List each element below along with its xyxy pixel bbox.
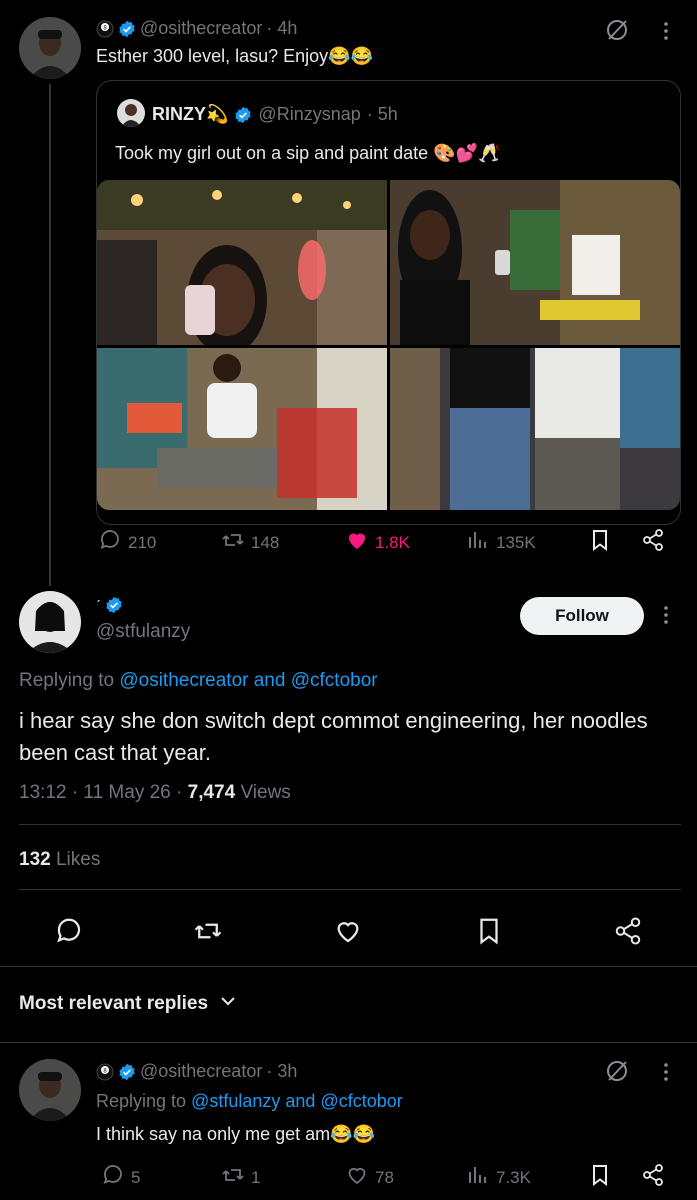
reply-replying-to: Replying to @stfulanzy and @cfctobor [96,1091,403,1112]
verified-badge-icon [118,1063,136,1081]
reply-header: 8 @osithecreator · 3h [96,1061,297,1082]
views-icon [466,528,490,557]
replying-prefix: Replying to [19,670,115,691]
main-post-time[interactable]: 13:12 · 11 May 26 · [19,782,188,803]
repost-icon[interactable] [193,916,223,951]
main-post-handle[interactable]: @stfulanzy [96,621,190,643]
likes-count: 132 [19,849,51,870]
top-post-text: Esther 300 level, lasu? Enjoy😂😂 [96,46,373,66]
more-options-icon[interactable] [656,604,676,631]
tick-mark-icon: ˊ [96,597,101,613]
quoted-display-name[interactable]: RINZY💫 [152,104,228,125]
views-icon [466,1163,490,1192]
bookmark-icon[interactable] [588,528,612,557]
quoted-post-text: Took my girl out on a sip and paint date… [115,143,501,163]
verified-badge-icon [105,596,123,614]
thread-line [49,84,51,586]
reply-repost-count: 1 [251,1167,261,1187]
main-replying-to: Replying to @osithecreator and @cfctobor [19,670,378,692]
bookmark-icon[interactable] [588,1163,612,1192]
eight-ball-icon: 8 [96,1063,114,1081]
photo-grid [97,180,680,510]
verified-badge-icon [118,20,136,38]
reply-like-button[interactable]: 78 [345,1163,394,1192]
quoted-reply-button[interactable]: 210 [98,528,156,557]
quoted-views-button[interactable]: 135K [466,528,536,557]
more-options-icon[interactable] [656,1061,676,1088]
heart-filled-icon [345,528,369,557]
verified-badge-icon [234,106,252,124]
photo-selfie[interactable] [97,180,387,345]
quoted-like-count: 1.8K [375,532,410,552]
likes-label: Likes [55,849,101,870]
quoted-reply-count: 210 [128,532,157,552]
sort-replies-dropdown[interactable]: Most relevant replies [19,993,236,1015]
quoted-repost-button[interactable]: 148 [221,528,279,557]
reply-reply-count: 5 [131,1167,141,1187]
photo-phone[interactable] [390,180,680,345]
reply-repost-button[interactable]: 1 [221,1163,260,1192]
heart-icon [345,1163,369,1192]
share-icon[interactable] [641,1163,665,1192]
grok-icon[interactable] [604,1058,630,1089]
top-post-handle[interactable]: @osithecreator [140,18,262,39]
views-label: Views [240,782,291,803]
eight-ball-icon: 8 [96,20,114,38]
more-options-icon[interactable] [656,20,676,47]
photo-couple[interactable] [390,348,680,510]
sort-label: Most relevant replies [19,993,209,1014]
reply-handle[interactable]: @osithecreator [140,1061,262,1082]
grok-icon[interactable] [604,17,630,48]
quoted-views-count: 135K [496,532,536,552]
main-post-text: i hear say she don switch dept commot en… [19,708,648,765]
divider [19,824,681,825]
top-post-time[interactable]: · 4h [266,18,297,39]
quoted-like-button[interactable]: 1.8K [345,528,410,557]
replying-prefix: Replying to [96,1091,187,1111]
follow-button[interactable]: Follow [520,597,644,635]
reply-icon[interactable] [54,916,84,951]
replying-to-handles[interactable]: @stfulanzy and @cfctobor [191,1091,403,1111]
views-count: 7,474 [187,782,236,803]
divider [0,966,697,967]
reply-text: I think say na only me get am😂😂 [96,1124,375,1144]
quoted-post-header: RINZY💫 @Rinzysnap · 5h [152,104,398,125]
avatar-osithecreator[interactable] [19,1059,81,1121]
likes-summary[interactable]: 132 Likes [19,849,100,871]
heart-icon[interactable] [333,916,363,951]
reply-icon [98,528,122,557]
avatar-osithecreator[interactable] [19,17,81,79]
divider [19,889,681,890]
main-post-badge-row: ˊ [96,596,123,614]
quoted-repost-count: 148 [251,532,280,552]
reply-icon [101,1163,125,1192]
reply-views-count: 7.3K [496,1167,531,1187]
chevron-down-icon [220,993,236,1015]
replying-to-handles[interactable]: @osithecreator and @cfctobor [119,670,377,691]
avatar-stfulanzy[interactable] [19,591,81,653]
photo-seated-man[interactable] [97,348,387,510]
reply-views-button[interactable]: 7.3K [466,1163,531,1192]
repost-icon [221,1163,245,1192]
divider [0,1042,697,1043]
bookmark-icon[interactable] [474,916,504,951]
main-post-meta: 13:12 · 11 May 26 · 7,474 Views [19,782,291,804]
share-icon[interactable] [641,528,665,557]
reply-time[interactable]: · 3h [266,1061,297,1082]
quoted-time[interactable]: · 5h [367,104,398,125]
reply-reply-button[interactable]: 5 [101,1163,140,1192]
share-icon[interactable] [613,916,643,951]
avatar-rinzy[interactable] [117,99,145,127]
repost-icon [221,528,245,557]
top-post-header: 8 @osithecreator · 4h [96,18,297,39]
quoted-handle[interactable]: @Rinzysnap [258,104,360,125]
reply-like-count: 78 [375,1167,394,1187]
